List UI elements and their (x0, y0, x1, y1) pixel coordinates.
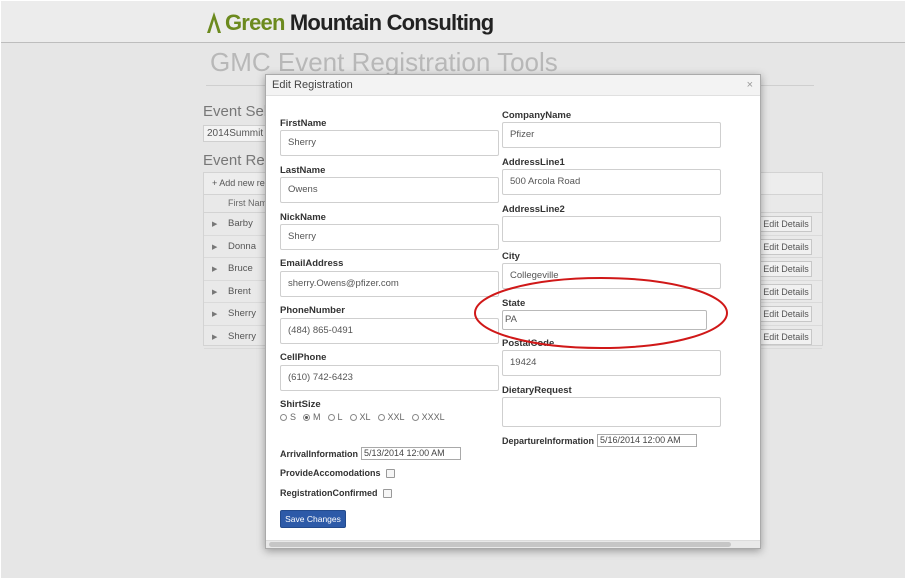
provide-accommodations-label: ProvideAccomodations (280, 468, 381, 478)
dietary-request-field[interactable] (502, 397, 721, 427)
expand-row-icon[interactable]: ▶ (212, 310, 217, 318)
dialog-title: Edit Registration (272, 79, 353, 91)
radio-label: XXXL (421, 412, 445, 422)
shirt-size-option-l[interactable]: L (327, 412, 343, 422)
address-line1-label: AddressLine1 (502, 157, 565, 168)
radio-label: L (337, 412, 343, 422)
arrival-datetime-field[interactable]: 5/13/2014 12:00 AM (361, 447, 462, 460)
company-name-label: CompanyName (502, 110, 572, 121)
row-first-name: Bruce (228, 263, 253, 275)
email-field[interactable]: sherry.Owens@pfizer.com (280, 271, 499, 297)
radio-label: S (290, 412, 297, 422)
screenshot-frame: Green Mountain Consulting GMC Event Regi… (1, 1, 905, 578)
close-icon[interactable]: × (747, 79, 753, 91)
edit-details-button[interactable]: Edit Details (760, 261, 812, 278)
row-first-name: Donna (228, 240, 256, 252)
arrival-row: ArrivalInformation 5/13/2014 12:00 AM (280, 447, 462, 460)
email-label: EmailAddress (280, 258, 344, 269)
row-first-name: Brent (228, 285, 251, 297)
shirt-size-option-s[interactable]: S (280, 412, 296, 422)
expand-row-icon[interactable]: ▶ (212, 288, 217, 296)
last-name-field[interactable]: Owens (280, 177, 499, 203)
shirt-size-option-xl[interactable]: XL (349, 412, 371, 422)
phone-field[interactable]: (484) 865-0491 (280, 318, 499, 344)
first-name-label: FirstName (280, 118, 327, 129)
nick-name-label: NickName (280, 212, 326, 223)
departure-datetime-field[interactable]: 5/16/2014 12:00 AM (597, 434, 698, 447)
provide-accommodations-checkbox[interactable] (385, 468, 395, 478)
phone-label: PhoneNumber (280, 305, 345, 316)
radio-label: M (313, 412, 321, 422)
radio-button[interactable] (349, 413, 357, 421)
radio-button[interactable] (280, 413, 287, 421)
shirt-size-label: ShirtSize (280, 399, 321, 410)
postal-code-field[interactable]: 19424 (502, 350, 721, 376)
nick-name-field[interactable]: Sherry (280, 224, 499, 250)
registration-confirmed-label: RegistrationConfirmed (280, 488, 378, 498)
row-first-name: Barby (228, 218, 253, 229)
departure-label: DepartureInformation (502, 435, 595, 446)
row-first-name: Sherry (228, 308, 256, 320)
brand-logo[interactable]: Green Mountain Consulting (206, 9, 494, 37)
edit-registration-dialog: Edit Registration × FirstName Sherry Las… (265, 74, 761, 549)
expand-row-icon[interactable]: ▶ (212, 333, 217, 341)
edit-details-button[interactable]: Edit Details (760, 216, 812, 232)
state-label: State (502, 298, 526, 309)
cell-phone-field[interactable]: (610) 742-6423 (280, 365, 499, 391)
brand-name: Green Mountain Consulting (225, 10, 494, 36)
address-line2-label: AddressLine2 (502, 204, 565, 215)
event-select[interactable]: 2014Summit (203, 125, 267, 142)
registration-confirmed-checkbox[interactable] (382, 488, 392, 498)
shirt-size-option-m[interactable]: M (303, 412, 321, 422)
mountain-logo-icon (207, 12, 221, 33)
scrollbar-thumb[interactable] (269, 542, 731, 547)
shirt-size-option-xxl[interactable]: XXL (377, 412, 405, 422)
dialog-header: Edit Registration × (266, 75, 760, 96)
city-label: City (502, 251, 520, 262)
edit-details-button[interactable]: Edit Details (760, 306, 812, 323)
expand-row-icon[interactable]: ▶ (212, 220, 217, 228)
brand-name-rest: Mountain Consulting (284, 10, 494, 35)
address-line2-field[interactable] (502, 216, 721, 242)
edit-details-button[interactable]: Edit Details (760, 238, 812, 255)
departure-row: DepartureInformation 5/16/2014 12:00 AM (502, 434, 698, 447)
shirt-size-radio-group: S M L XL XXL XXXL (280, 412, 452, 422)
radio-button[interactable] (327, 413, 335, 421)
state-field[interactable]: PA (502, 310, 707, 330)
arrival-label: ArrivalInformation (280, 448, 359, 459)
row-first-name: Sherry (228, 330, 256, 342)
radio-label: XL (359, 412, 371, 422)
radio-button[interactable] (377, 413, 385, 421)
cell-phone-label: CellPhone (280, 352, 327, 363)
top-bar: Green Mountain Consulting (1, 1, 905, 43)
registrations-section-heading: Event Reg (203, 152, 274, 169)
dietary-request-label: DietaryRequest (502, 385, 572, 396)
save-changes-button[interactable]: Save Changes (280, 510, 346, 528)
radio-label: XXL (387, 412, 405, 422)
registration-confirmed-row: RegistrationConfirmed (280, 488, 392, 498)
shirt-size-option-xxxl[interactable]: XXXL (411, 412, 445, 422)
horizontal-scrollbar[interactable] (266, 540, 760, 548)
radio-button-selected[interactable] (303, 413, 311, 421)
last-name-label: LastName (280, 165, 326, 176)
provide-accommodations-row: ProvideAccomodations (280, 468, 395, 478)
expand-row-icon[interactable]: ▶ (212, 265, 217, 273)
brand-name-green: Green (225, 10, 285, 35)
edit-details-button[interactable]: Edit Details (760, 328, 812, 345)
city-field[interactable]: Collegeville (502, 263, 721, 289)
first-name-field[interactable]: Sherry (280, 130, 499, 156)
edit-details-button[interactable]: Edit Details (760, 283, 812, 300)
company-name-field[interactable]: Pfizer (502, 122, 721, 148)
dialog-body: FirstName Sherry LastName Owens NickName… (266, 96, 760, 542)
expand-row-icon[interactable]: ▶ (212, 243, 217, 251)
postal-code-label: PostalCode (502, 338, 555, 349)
address-line1-field[interactable]: 500 Arcola Road (502, 169, 721, 195)
radio-button[interactable] (411, 413, 419, 421)
